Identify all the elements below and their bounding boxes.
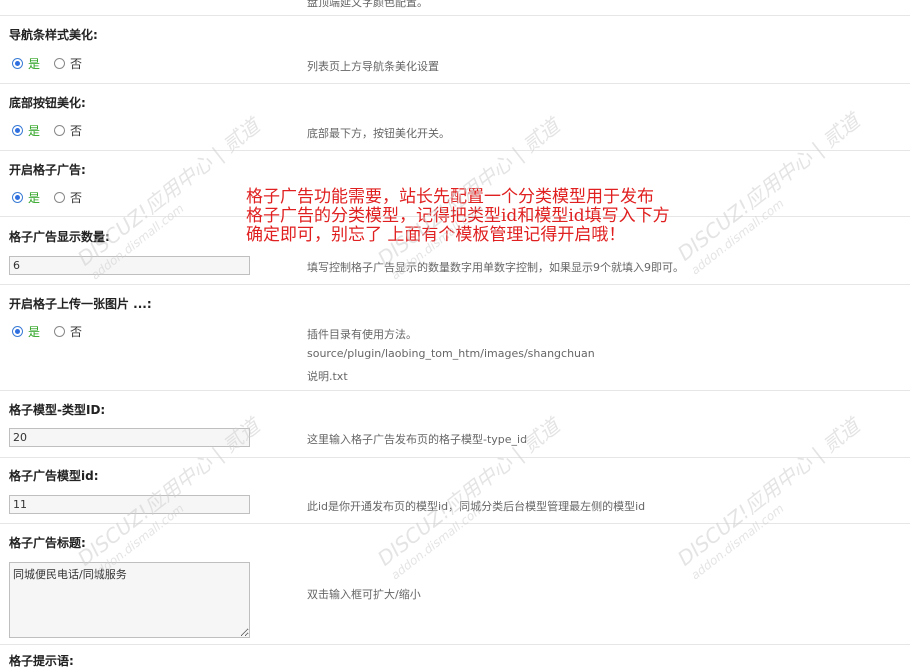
nav-style-label: 导航条样式美化: <box>9 28 98 42</box>
previous-setting-description: 盘顶端延文字颜色配置。 <box>307 0 428 9</box>
grid-ad-count-description: 填写控制格子广告显示的数量数字用单数字控制，如果显示9个就填入9即可。 <box>307 261 684 274</box>
bottom-button-no-radio[interactable] <box>54 125 66 136</box>
watermark-sub: addon.dismall.com <box>688 501 787 583</box>
grid-type-id-input[interactable] <box>9 428 250 447</box>
grid-ad-title-label: 格子广告标题: <box>9 536 86 550</box>
grid-upload-image-description-line-2: source/plugin/laobing_tom_htm/images/sha… <box>307 347 595 360</box>
grid-tip-label: 格子提示语: <box>9 654 74 668</box>
watermark-text: DISCUZ!应用中心 | 贰道 <box>672 413 865 571</box>
bottom-button-yes-radio[interactable] <box>12 125 23 136</box>
nav-style-no-radio[interactable] <box>54 58 66 69</box>
watermark: DISCUZ!应用中心 | 贰道 addon.dismall.com <box>670 106 873 278</box>
grid-upload-image-radio-group: 是 否 <box>12 323 96 340</box>
grid-ad-count-input[interactable] <box>9 256 250 275</box>
red-annotation: 格子广告功能需要，站长先配置一个分类模型用于发布 格子广告的分类模型，记得把类型… <box>246 188 670 245</box>
grid-ad-enable-radio-group: 是 否 <box>12 189 96 206</box>
grid-type-id-description: 这里输入格子广告发布页的格子模型-type_id <box>307 433 528 446</box>
nav-style-yes-label[interactable]: 是 <box>28 55 40 72</box>
annotation-line: 确定即可，别忘了 上面有个模板管理记得开启哦！ <box>246 225 626 245</box>
nav-style-description: 列表页上方导航条美化设置 <box>307 60 439 73</box>
divider <box>0 523 910 524</box>
grid-model-id-description: 此id是你开通发布页的模型id，同城分类后台模型管理最左侧的模型id <box>307 500 646 513</box>
grid-ad-enable-yes-radio[interactable] <box>12 192 23 203</box>
grid-upload-image-no-label[interactable]: 否 <box>70 323 82 340</box>
bottom-button-yes-label[interactable]: 是 <box>28 122 40 139</box>
divider <box>0 83 910 84</box>
divider <box>0 457 910 458</box>
divider <box>0 284 910 285</box>
grid-ad-enable-no-label[interactable]: 否 <box>70 189 82 206</box>
annotation-line: 格子广告功能需要，站长先配置一个分类模型用于发布 <box>246 187 654 207</box>
grid-upload-image-yes-label[interactable]: 是 <box>28 323 40 340</box>
grid-type-id-label: 格子模型-类型ID: <box>9 403 106 417</box>
bottom-button-radio-group: 是 否 <box>12 122 96 139</box>
divider <box>0 644 910 645</box>
bottom-button-no-label[interactable]: 否 <box>70 122 82 139</box>
nav-style-yes-radio[interactable] <box>12 58 23 69</box>
grid-ad-enable-yes-label[interactable]: 是 <box>28 189 40 206</box>
watermark-text: DISCUZ!应用中心 | 贰道 <box>672 108 865 266</box>
grid-upload-image-label: 开启格子上传一张图片 ...: <box>9 297 152 311</box>
grid-model-id-input[interactable] <box>9 495 250 514</box>
watermark-text: DISCUZ!应用中心 | 贰道 <box>72 113 265 271</box>
grid-ad-title-description: 双击输入框可扩大/缩小 <box>307 588 421 601</box>
grid-ad-enable-no-radio[interactable] <box>54 192 66 203</box>
bottom-button-label: 底部按钮美化: <box>9 96 86 110</box>
divider <box>0 390 910 391</box>
watermark: DISCUZ!应用中心 | 贰道 addon.dismall.com <box>670 411 873 583</box>
grid-upload-image-no-radio[interactable] <box>54 326 66 337</box>
grid-model-id-label: 格子广告模型id: <box>9 469 99 483</box>
annotation-line: 格子广告的分类模型，记得把类型id和模型id填写入下方 <box>246 206 670 226</box>
bottom-button-description: 底部最下方，按钮美化开关。 <box>307 127 450 140</box>
nav-style-radio-group: 是 否 <box>12 55 96 72</box>
nav-style-no-label[interactable]: 否 <box>70 55 82 72</box>
grid-upload-image-description-line-1: 插件目录有使用方法。 <box>307 328 417 341</box>
grid-ad-enable-label: 开启格子广告: <box>9 163 86 177</box>
divider <box>0 15 910 16</box>
grid-upload-image-description-line-3: 说明.txt <box>307 370 348 383</box>
divider <box>0 150 910 151</box>
grid-ad-title-textarea[interactable]: 同城便民电话/同城服务 <box>9 562 250 638</box>
grid-upload-image-yes-radio[interactable] <box>12 326 23 337</box>
grid-ad-count-label: 格子广告显示数量: <box>9 230 110 244</box>
